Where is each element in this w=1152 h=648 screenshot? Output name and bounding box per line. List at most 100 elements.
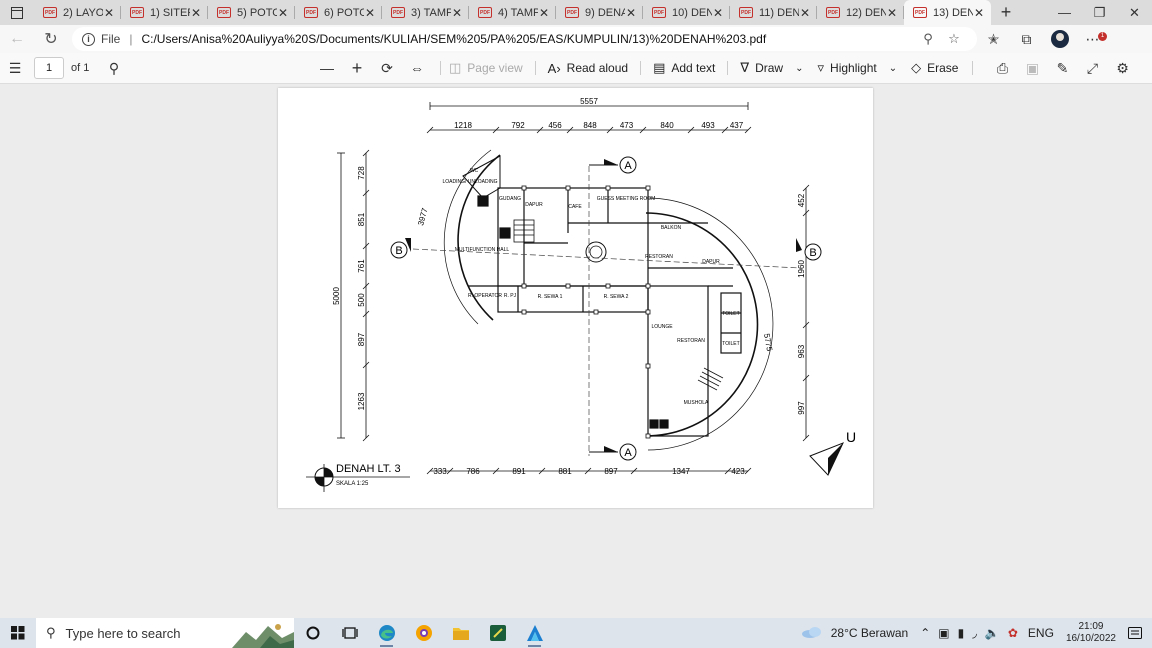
- fullscreen-icon[interactable]: ⤢: [1077, 60, 1107, 77]
- cortana-icon[interactable]: [294, 618, 331, 648]
- contents-list-icon[interactable]: ☰: [0, 60, 30, 77]
- profile-avatar[interactable]: [1043, 30, 1076, 48]
- tab-close-icon[interactable]: ✕: [277, 6, 289, 20]
- wifi-icon[interactable]: ◞: [972, 626, 977, 640]
- url-text[interactable]: C:/Users/Anisa%20Auliyya%20S/Documents/K…: [141, 32, 915, 46]
- toolbar-divider: [640, 61, 642, 75]
- speaker-icon[interactable]: 🔈: [985, 626, 1000, 640]
- dimension-top-label: 792: [511, 121, 525, 130]
- restore-icon[interactable]: ❐: [1082, 0, 1117, 25]
- language-indicator[interactable]: ENG: [1028, 626, 1054, 640]
- back-arrow-icon[interactable]: ←: [0, 30, 34, 48]
- browser-tab[interactable]: PDF 13) DENAH✕: [904, 0, 991, 25]
- info-icon[interactable]: i: [82, 32, 95, 46]
- pdf-file-icon: PDF: [652, 7, 666, 18]
- battery-icon[interactable]: ▮: [958, 626, 965, 640]
- edge-browser-icon[interactable]: [368, 618, 405, 648]
- dimension-top-label: 1218: [454, 121, 472, 130]
- browser-tab[interactable]: PDF 11) DENAH✕: [730, 0, 817, 25]
- read-aloud-button[interactable]: A› Read aloud: [548, 61, 628, 76]
- taskbar-search-box[interactable]: ⚲ Type here to search: [36, 618, 294, 648]
- autocad-icon[interactable]: [516, 618, 553, 648]
- tab-close-icon[interactable]: ✕: [712, 6, 724, 20]
- window-menu-icon[interactable]: [0, 0, 34, 25]
- save-icon[interactable]: ▣: [1017, 60, 1047, 77]
- chevron-down-icon[interactable]: ⌄: [889, 63, 897, 74]
- weather-cloud-icon[interactable]: [801, 626, 823, 641]
- zoom-in-icon[interactable]: +: [342, 58, 372, 79]
- fit-page-icon[interactable]: ⇔: [402, 60, 432, 76]
- file-explorer-icon[interactable]: [442, 618, 479, 648]
- browser-tab[interactable]: PDF 4) TAMPAK✕: [469, 0, 556, 25]
- more-menu-icon[interactable]: ⋯ 1: [1076, 31, 1109, 48]
- weather-text[interactable]: 28°C Berawan: [831, 626, 909, 640]
- add-favorite-icon[interactable]: ☆: [941, 31, 967, 47]
- dimension-top-label: 437: [730, 121, 744, 130]
- tab-close-icon[interactable]: ✕: [451, 6, 463, 20]
- antivirus-icon[interactable]: ✿: [1008, 626, 1018, 640]
- search-placeholder: Type here to search: [65, 625, 181, 641]
- tab-close-icon[interactable]: ✕: [190, 6, 202, 20]
- drawing-scale: SKALA 1:25: [336, 481, 369, 487]
- chrome-like-app-icon[interactable]: [405, 618, 442, 648]
- browser-tab[interactable]: PDF 12) DENAH✕: [817, 0, 904, 25]
- draw-button[interactable]: ∇ Draw ⌄: [740, 60, 803, 76]
- settings-gear-icon[interactable]: ⚙: [1107, 60, 1137, 77]
- tab-close-icon[interactable]: ✕: [364, 6, 376, 20]
- page-view-button[interactable]: ◫ Page view: [449, 60, 523, 76]
- favorites-icon[interactable]: ✭: [977, 31, 1010, 48]
- room-label: BALKON: [661, 225, 682, 231]
- minimize-icon[interactable]: —: [1047, 0, 1082, 25]
- chevron-down-icon[interactable]: ⌄: [795, 63, 803, 74]
- tab-label: 6) POTONGAN: [324, 6, 364, 19]
- browser-tab[interactable]: PDF 1) SITEPLAN✕: [121, 0, 208, 25]
- save-as-icon[interactable]: ✎: [1047, 60, 1077, 77]
- toolbar-divider: [972, 61, 974, 75]
- camera-icon[interactable]: ▣: [938, 626, 949, 640]
- pdf-file-icon: PDF: [130, 7, 144, 18]
- browser-tab[interactable]: PDF 6) POTONGAN✕: [295, 0, 382, 25]
- room-label: R. SEWA 2: [604, 294, 629, 300]
- tab-close-icon[interactable]: ✕: [973, 6, 985, 20]
- clock[interactable]: 21:09 16/10/2022: [1066, 621, 1116, 645]
- room-label: TOILET: [722, 341, 739, 347]
- url-field[interactable]: i File | C:/Users/Anisa%20Auliyya%20S/Do…: [72, 27, 977, 51]
- zoom-icon[interactable]: ⚲: [915, 31, 941, 47]
- erase-button[interactable]: ◇ Erase: [911, 60, 958, 76]
- print-icon[interactable]: ⎙: [987, 60, 1017, 77]
- pdf-file-icon: PDF: [826, 7, 840, 18]
- windows-start-icon[interactable]: [0, 626, 36, 640]
- collections-icon[interactable]: ⧉: [1010, 31, 1043, 48]
- show-hidden-icons-chevron-icon[interactable]: ⌃: [920, 626, 930, 640]
- browser-tab[interactable]: PDF 2) LAYOUT✕: [34, 0, 121, 25]
- tab-close-icon[interactable]: ✕: [103, 6, 115, 20]
- browser-tab[interactable]: PDF 3) TAMPAK✕: [382, 0, 469, 25]
- green-app-icon[interactable]: [479, 618, 516, 648]
- browser-tab[interactable]: PDF 5) POTONGAN✕: [208, 0, 295, 25]
- north-label: U: [846, 429, 856, 445]
- browser-tab[interactable]: PDF 9) DENAH✕: [556, 0, 643, 25]
- close-window-icon[interactable]: ✕: [1117, 0, 1152, 25]
- new-tab-button[interactable]: +: [991, 0, 1021, 25]
- dimension-bottom-label: 786: [466, 467, 480, 476]
- notification-center-icon[interactable]: [1124, 627, 1146, 639]
- rotate-icon[interactable]: ⟳: [372, 60, 402, 77]
- tab-close-icon[interactable]: ✕: [886, 6, 898, 20]
- tab-close-icon[interactable]: ✕: [625, 6, 637, 20]
- tab-close-icon[interactable]: ✕: [799, 6, 811, 20]
- refresh-icon[interactable]: ↻: [34, 29, 68, 49]
- dimension-left-label: 897: [357, 332, 366, 346]
- zoom-out-icon[interactable]: —: [312, 60, 342, 76]
- find-icon[interactable]: ⚲: [99, 60, 129, 77]
- dimension-left-label: 761: [357, 259, 366, 273]
- dimension-right-label: 997: [797, 401, 806, 415]
- drawing-title: DENAH LT. 3: [336, 463, 401, 475]
- section-marker-b-right: B: [796, 238, 822, 261]
- page-number-input[interactable]: 1: [34, 57, 64, 79]
- task-view-icon[interactable]: [331, 618, 368, 648]
- highlight-button[interactable]: ▿ Highlight ⌄: [818, 60, 898, 76]
- tab-close-icon[interactable]: ✕: [538, 6, 550, 20]
- browser-tab[interactable]: PDF 10) DENAH✕: [643, 0, 730, 25]
- floor-plan-drawing: 5557 1218 792 456 848 473 840 493 437 333 786 891 88…: [306, 97, 856, 492]
- add-text-button[interactable]: ▤ Add text: [653, 60, 715, 76]
